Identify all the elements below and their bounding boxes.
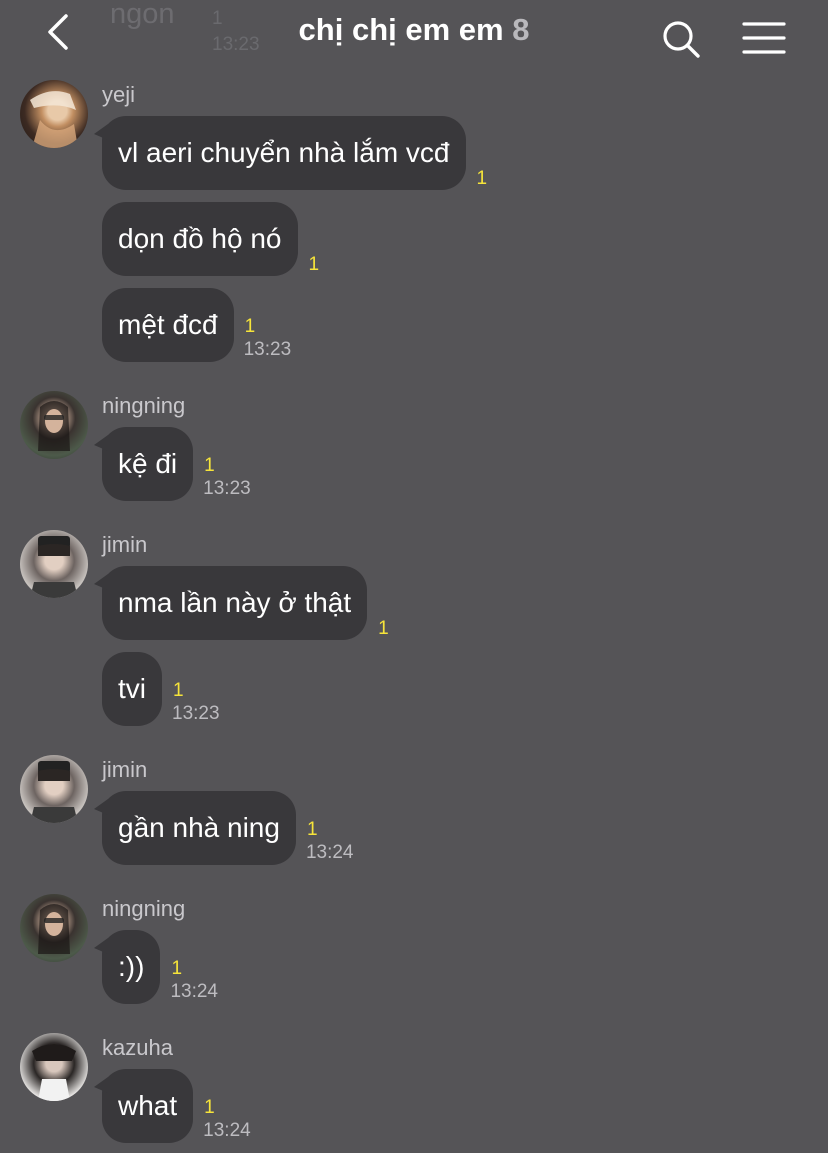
timestamp: 13:24 bbox=[305, 842, 354, 863]
member-count: 8 bbox=[512, 12, 530, 47]
message-row: vl aeri chuyển nhà lắm vcđ 1 bbox=[94, 116, 488, 190]
timestamp: 13:23 bbox=[172, 703, 220, 724]
message-bubble[interactable]: :)) bbox=[93, 930, 161, 1004]
message-row: tvi 1 13:23 bbox=[102, 652, 220, 726]
chevron-left-icon bbox=[48, 14, 68, 50]
message-bubble[interactable]: tvi bbox=[102, 652, 162, 726]
message-row: what 1 13:24 bbox=[93, 1069, 251, 1143]
unread-count: 1 bbox=[204, 455, 215, 476]
message-row: mệt đcđ 1 13:23 bbox=[102, 288, 291, 362]
search-button[interactable] bbox=[660, 18, 702, 60]
message-row: nma lần này ở thật 1 bbox=[93, 566, 389, 640]
search-icon bbox=[663, 21, 700, 58]
back-button[interactable] bbox=[38, 10, 82, 54]
menu-button[interactable] bbox=[742, 20, 786, 56]
hamburger-menu-icon bbox=[742, 22, 786, 54]
profile-photo bbox=[30, 536, 78, 598]
sender-name: yeji bbox=[102, 82, 136, 107]
sender-name: kazuha bbox=[102, 1035, 173, 1060]
sender-name: jimin bbox=[102, 532, 148, 557]
message-bubble[interactable]: nma lần này ở thật bbox=[93, 566, 368, 640]
message-meta: 1 13:23 bbox=[244, 316, 292, 362]
unread-count: 1 bbox=[308, 254, 320, 275]
unread-count: 1 bbox=[244, 316, 256, 337]
avatar-yeji[interactable] bbox=[20, 80, 88, 148]
message-meta: 1 13:24 bbox=[306, 819, 354, 865]
message-bubble[interactable]: vl aeri chuyển nhà lắm vcđ bbox=[94, 116, 466, 190]
message-bubble[interactable]: what bbox=[93, 1069, 194, 1143]
message-row: kệ đi 1 13:23 bbox=[93, 427, 251, 501]
message-meta: 1 13:23 bbox=[172, 680, 220, 726]
sender-name: ningning bbox=[102, 896, 186, 921]
profile-photo bbox=[30, 761, 78, 823]
message-row: gần nhà ning 1 13:24 bbox=[94, 791, 354, 865]
profile-photo bbox=[38, 904, 70, 954]
message-meta: 1 13:24 bbox=[170, 958, 218, 1004]
timestamp: 13:24 bbox=[170, 981, 218, 1002]
scrolled-sender-name: ngon bbox=[110, 0, 175, 30]
message-meta: 1 13:23 bbox=[203, 455, 251, 501]
message-bubble[interactable]: mệt đcđ bbox=[102, 288, 234, 362]
scrolled-unread-count: 1 bbox=[212, 8, 223, 29]
message-row: dọn đồ hộ nó 1 bbox=[102, 202, 319, 276]
scrolled-timestamp: 13:23 bbox=[212, 34, 260, 55]
unread-count: 1 bbox=[171, 958, 183, 979]
message-meta: 1 bbox=[476, 168, 488, 190]
unread-count: 1 bbox=[306, 819, 318, 840]
avatar-kazuha[interactable] bbox=[20, 1033, 88, 1101]
sender-name: ningning bbox=[102, 393, 186, 418]
profile-photo bbox=[30, 91, 78, 148]
timestamp: 13:23 bbox=[203, 478, 251, 499]
profile-photo bbox=[32, 1044, 76, 1101]
timestamp: 13:23 bbox=[243, 339, 292, 360]
avatar-ningning[interactable] bbox=[20, 391, 88, 459]
avatar-jimin[interactable] bbox=[20, 530, 88, 598]
message-bubble[interactable]: dọn đồ hộ nó bbox=[102, 202, 298, 276]
message-bubble[interactable]: kệ đi bbox=[93, 427, 194, 501]
profile-photo bbox=[38, 401, 70, 451]
sender-name: jimin bbox=[102, 757, 148, 782]
avatar-ningning[interactable] bbox=[20, 894, 88, 962]
chat-name: chị chị em em bbox=[298, 12, 504, 47]
message-row: :)) 1 13:24 bbox=[93, 930, 218, 1004]
unread-count: 1 bbox=[204, 1097, 215, 1118]
unread-count: 1 bbox=[378, 618, 389, 639]
unread-count: 1 bbox=[476, 168, 488, 189]
message-meta: 1 bbox=[377, 618, 389, 640]
message-bubble[interactable]: gần nhà ning bbox=[94, 791, 296, 865]
avatar-jimin[interactable] bbox=[20, 755, 88, 823]
timestamp: 13:24 bbox=[203, 1120, 251, 1141]
unread-count: 1 bbox=[173, 680, 184, 701]
chat-header: ngon 1 13:23 chị chị em em 8 bbox=[0, 0, 828, 72]
message-meta: 1 bbox=[308, 254, 320, 276]
message-meta: 1 13:24 bbox=[203, 1097, 251, 1143]
